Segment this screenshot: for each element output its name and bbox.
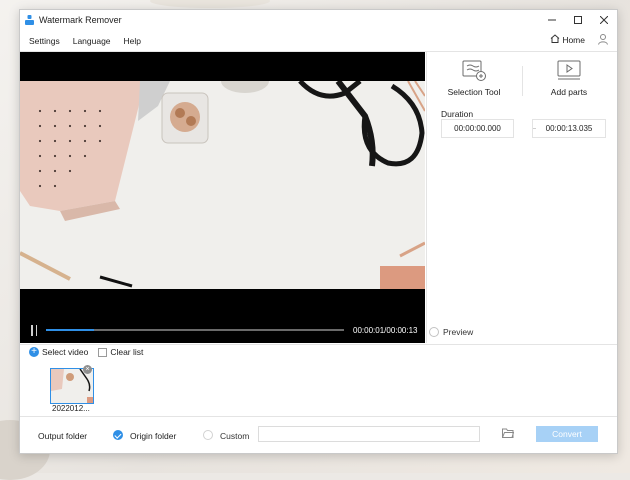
video-frame xyxy=(20,81,425,289)
home-icon xyxy=(550,34,560,45)
menu-settings[interactable]: Settings xyxy=(29,36,60,46)
clear-list-button[interactable]: Clear list xyxy=(98,347,143,357)
desk-decor-top xyxy=(150,0,270,8)
start-time-field[interactable]: 00:00:00.000 xyxy=(441,119,514,138)
close-icon[interactable] xyxy=(591,10,617,30)
app-title: Watermark Remover xyxy=(39,15,122,25)
file-list-toolbar: + Select video Clear list xyxy=(29,347,143,357)
custom-folder-radio[interactable] xyxy=(203,430,213,440)
folder-open-icon[interactable] xyxy=(502,428,515,440)
select-video-label: Select video xyxy=(42,347,89,357)
panel-separator xyxy=(522,66,523,96)
progress-fill xyxy=(46,329,94,331)
selection-tool-label: Selection Tool xyxy=(447,87,501,97)
add-parts-button[interactable]: Add parts xyxy=(524,60,614,97)
title-bar: Watermark Remover xyxy=(20,10,617,30)
list-divider xyxy=(20,344,617,345)
selection-tool-button[interactable]: Selection Tool xyxy=(429,60,519,97)
home-label: Home xyxy=(562,34,585,45)
timecode: 00:00:01/00:00:13 xyxy=(353,325,418,335)
end-time-field[interactable]: 00:00:13.035 xyxy=(532,119,606,138)
origin-folder-label[interactable]: Origin folder xyxy=(130,431,176,441)
home-button[interactable]: Home xyxy=(550,34,585,45)
custom-folder-label[interactable]: Custom xyxy=(220,431,249,441)
app-window: Watermark Remover Settings Language Help… xyxy=(19,9,618,454)
minimize-icon[interactable] xyxy=(539,10,565,30)
clear-list-checkbox[interactable] xyxy=(98,347,108,357)
plus-circle-icon: + xyxy=(29,347,39,357)
custom-path-input[interactable] xyxy=(258,426,480,442)
right-panel: Selection Tool Add parts Duration 00:00:… xyxy=(426,52,618,343)
menu-help[interactable]: Help xyxy=(124,36,141,46)
remove-file-icon[interactable]: × xyxy=(83,365,92,374)
progress-track[interactable] xyxy=(46,329,344,331)
output-folder-label: Output folder xyxy=(38,431,88,441)
maximize-icon[interactable] xyxy=(565,10,591,30)
clear-list-label: Clear list xyxy=(110,347,144,357)
window-controls xyxy=(539,10,617,30)
player-controls: 00:00:01/00:00:13 xyxy=(20,317,425,343)
selection-tool-icon xyxy=(461,60,487,84)
preview-label: Preview xyxy=(443,327,474,337)
duration-label: Duration xyxy=(441,109,474,119)
add-parts-icon xyxy=(556,60,582,84)
user-icon[interactable] xyxy=(597,33,609,47)
select-video-button[interactable]: + Select video xyxy=(29,347,88,357)
preview-toggle[interactable]: Preview xyxy=(429,327,473,337)
app-logo-icon xyxy=(25,15,34,25)
origin-folder-radio[interactable] xyxy=(113,430,123,440)
menu-bar: Settings Language Help Home xyxy=(20,30,617,52)
file-name: 2022012... xyxy=(52,404,90,413)
pause-icon[interactable] xyxy=(31,324,37,336)
menu-language[interactable]: Language xyxy=(73,36,111,46)
add-parts-label: Add parts xyxy=(550,87,588,97)
video-player[interactable]: 00:00:01/00:00:13 xyxy=(20,52,425,343)
preview-radio[interactable] xyxy=(429,327,439,337)
output-bar: Output folder Origin folder Custom Conve… xyxy=(20,416,617,454)
convert-button[interactable]: Convert xyxy=(536,426,598,442)
